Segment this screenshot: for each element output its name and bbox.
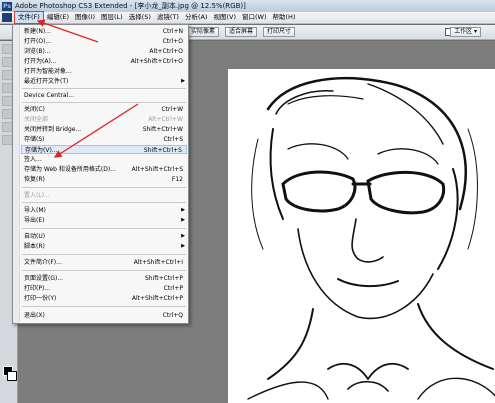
menu-file[interactable]: 文件(F) bbox=[14, 11, 44, 24]
menu-item-close[interactable]: 关闭(C) Ctrl+W bbox=[21, 105, 187, 114]
menu-separator bbox=[22, 228, 186, 229]
menu-window[interactable]: 窗口(W) bbox=[239, 12, 270, 23]
submenu-arrow-icon: ▶ bbox=[181, 233, 185, 239]
document-image[interactable] bbox=[228, 69, 495, 403]
menu-separator bbox=[22, 102, 186, 103]
menu-separator bbox=[22, 187, 186, 188]
submenu-arrow-icon: ▶ bbox=[181, 78, 185, 84]
menu-item-save-as[interactable]: 存储为(V)... Shift+Ctrl+S bbox=[21, 145, 187, 154]
submenu-arrow-icon: ▶ bbox=[181, 243, 185, 249]
menu-view[interactable]: 视图(V) bbox=[210, 12, 239, 23]
menu-item-recent-files[interactable]: 最近打开文件(T) ▶ bbox=[21, 77, 187, 86]
menu-item-device-central[interactable]: Device Central... bbox=[21, 91, 187, 100]
menu-analysis[interactable]: 分析(A) bbox=[182, 12, 211, 23]
actual-pixels-button[interactable]: 实际像素 bbox=[187, 27, 220, 37]
menu-item-close-all: 关闭全部 Alt+Ctrl+W bbox=[24, 116, 183, 123]
menu-item-place: 置入(L)... bbox=[24, 192, 50, 199]
menu-item-save[interactable]: 存储(S) Ctrl+S bbox=[21, 135, 187, 144]
sketch-portrait-image bbox=[247, 76, 495, 400]
menu-item-close-bridge[interactable]: 关闭并转到 Bridge... Shift+Ctrl+W bbox=[21, 125, 187, 134]
menu-icon-gutter bbox=[13, 25, 20, 323]
menu-help[interactable]: 帮助(H) bbox=[270, 12, 299, 23]
submenu-arrow-icon: ▶ bbox=[181, 207, 185, 213]
app-menu-icon[interactable] bbox=[2, 13, 12, 22]
menu-image[interactable]: 图像(I) bbox=[72, 12, 98, 23]
menu-bar: 文件(F) 编辑(E) 图像(I) 图层(L) 选择(S) 滤镜(T) 分析(A… bbox=[0, 11, 495, 24]
menu-item-new[interactable]: 新建(N)... Ctrl+N bbox=[21, 27, 187, 36]
menu-item-save-for-web[interactable]: 存储为 Web 和设备所用格式(D)... Alt+Shift+Ctrl+S bbox=[21, 165, 187, 174]
menu-item-file-info[interactable]: 文件简介(F)... Alt+Shift+Ctrl+I bbox=[21, 258, 187, 267]
window-title: Adobe Photoshop CS3 Extended - [李小龙_副本.j… bbox=[15, 2, 246, 10]
menu-item-open[interactable]: 打开(O)... Ctrl+O bbox=[21, 37, 187, 46]
menu-select[interactable]: 选择(S) bbox=[126, 12, 154, 23]
menu-item-scripts[interactable]: 脚本(R) ▶ bbox=[21, 242, 187, 251]
menu-item-print-one[interactable]: 打印一份(Y) Alt+Shift+Ctrl+P bbox=[21, 294, 187, 303]
menu-separator bbox=[22, 254, 186, 255]
menu-item-browse[interactable]: 浏览(B)... Alt+Ctrl+O bbox=[21, 47, 187, 56]
print-size-button[interactable]: 打印尺寸 bbox=[263, 27, 296, 37]
file-menu-dropdown: 新建(N)... Ctrl+N 打开(O)... Ctrl+O 浏览(B)... Al… bbox=[12, 24, 189, 324]
menu-item-import[interactable]: 导入(M) ▶ bbox=[21, 206, 187, 215]
menu-item-open-as[interactable]: 打开为(A)... Alt+Shift+Ctrl+O bbox=[21, 57, 187, 66]
menu-separator bbox=[22, 306, 186, 307]
title-bar: Ps Adobe Photoshop CS3 Extended - [李小龙_副… bbox=[0, 0, 495, 12]
menu-item-exit[interactable]: 退出(X) Ctrl+Q bbox=[21, 311, 187, 320]
menu-item-automate[interactable]: 自动(U) ▶ bbox=[21, 232, 187, 241]
menu-item-page-setup[interactable]: 页面设置(G)... Shift+Ctrl+P bbox=[21, 274, 187, 283]
menu-edit[interactable]: 编辑(E) bbox=[44, 12, 72, 23]
menu-filter[interactable]: 滤镜(T) bbox=[154, 12, 182, 23]
background-color-swatch[interactable] bbox=[7, 371, 17, 381]
menu-item-check-in[interactable]: 签入... bbox=[21, 155, 187, 164]
submenu-arrow-icon: ▶ bbox=[181, 217, 185, 223]
menu-separator bbox=[22, 88, 186, 89]
menu-item-print[interactable]: 打印(P)... Ctrl+P bbox=[21, 284, 187, 293]
menu-separator bbox=[22, 270, 186, 271]
menu-item-open-smart-object[interactable]: 打开为智能对象... bbox=[21, 67, 187, 76]
menu-separator bbox=[22, 202, 186, 203]
fit-screen-button[interactable]: 适合屏幕 bbox=[225, 27, 258, 37]
menu-item-export[interactable]: 导出(E) ▶ bbox=[21, 216, 187, 225]
workspace-button[interactable]: 工作区 ▾ bbox=[450, 27, 481, 37]
menu-layer[interactable]: 图层(L) bbox=[98, 12, 126, 23]
photoshop-logo-icon: Ps bbox=[2, 1, 12, 11]
menu-item-revert[interactable]: 恢复(R) F12 bbox=[21, 175, 187, 184]
